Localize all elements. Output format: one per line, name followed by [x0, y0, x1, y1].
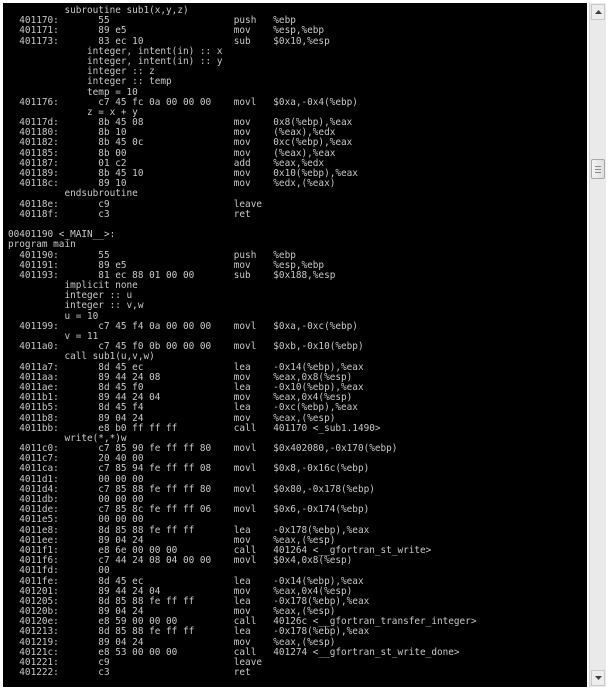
arrow-down-icon	[594, 676, 602, 680]
code-line: integer :: temp	[8, 76, 172, 88]
scrollbar-thumb[interactable]	[591, 159, 605, 180]
console-window: subroutine sub1(x,y,z) 401170: 55 push %…	[0, 0, 610, 690]
code-line: program main	[8, 239, 76, 251]
code-line: 40118f: c3 ret	[8, 208, 251, 220]
scrollbar-track[interactable]	[590, 21, 606, 669]
code-line: 4011b5: 8d 45 f4 lea -0xc(%ebp),%eax	[8, 402, 358, 414]
code-line: 00401190 <_MAIN__>:	[8, 229, 116, 241]
code-line: 401222: c3 ret	[8, 667, 251, 679]
console-output[interactable]: subroutine sub1(x,y,z) 401170: 55 push %…	[3, 3, 587, 687]
scroll-up-button[interactable]	[591, 4, 605, 20]
scroll-down-button[interactable]	[591, 670, 605, 686]
code-line: 4011fd: 00	[8, 565, 110, 577]
vertical-scrollbar[interactable]	[589, 3, 606, 687]
disassembly-listing: subroutine sub1(x,y,z) 401170: 55 push %…	[8, 5, 587, 679]
arrow-up-icon	[594, 10, 602, 14]
